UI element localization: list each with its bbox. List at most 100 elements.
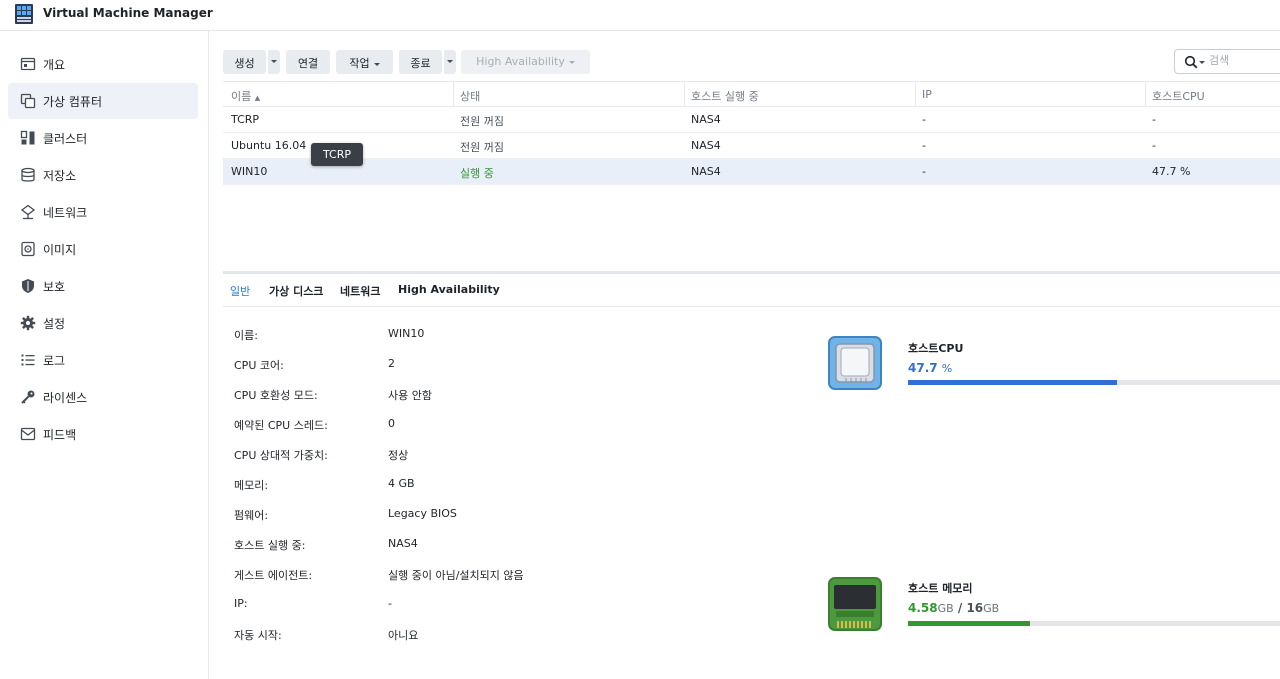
shutdown-dropdown-button[interactable]: [443, 50, 456, 74]
host-memory-value: 4.58GB / 16GB: [908, 601, 999, 615]
vm-ip: -: [922, 165, 926, 178]
detail-value: 4 GB: [388, 477, 415, 490]
host-cpu-bar-fill: [908, 380, 1118, 385]
detail-value: NAS4: [388, 537, 418, 550]
sidebar-item-protection[interactable]: 보호: [8, 268, 198, 304]
sidebar-item-storage[interactable]: 저장소: [8, 157, 198, 193]
vm-name: WIN10: [231, 165, 268, 178]
host-memory-separator: /: [957, 601, 963, 615]
tab-virtual-disk[interactable]: 가상 디스크: [269, 283, 323, 299]
high-availability-button-label: High Availability: [476, 55, 565, 68]
host-cpu-title: 호스트CPU: [908, 342, 964, 355]
connect-button[interactable]: 연결: [286, 50, 330, 74]
vm-cpu: -: [1152, 113, 1156, 126]
app-title: Virtual Machine Manager: [43, 6, 213, 20]
mail-icon: [20, 427, 36, 441]
image-icon: [21, 241, 35, 257]
create-button-label: 생성: [234, 57, 255, 70]
column-header-host[interactable]: 호스트 실행 중: [691, 88, 759, 104]
column-divider: [453, 82, 454, 107]
sidebar: 개요 가상 컴퓨터 클러스터 저장소 네트워크 이미지 보호 설정 로그 라이센…: [0, 31, 209, 679]
host-cpu-value: 47.7 %: [908, 361, 952, 375]
network-icon: [20, 204, 36, 220]
sidebar-item-label: 개요: [43, 58, 66, 72]
detail-value: WIN10: [388, 327, 425, 340]
sidebar-item-virtual-machine[interactable]: 가상 컴퓨터: [8, 83, 198, 119]
sidebar-item-log[interactable]: 로그: [8, 342, 198, 378]
detail-label: 이름:: [234, 329, 258, 342]
table-row[interactable]: TCRP 전원 꺼짐 NAS4 - -: [223, 107, 1280, 133]
detail-value: 2: [388, 357, 395, 370]
host-memory-used: 4.58: [908, 601, 938, 615]
table-row[interactable]: Ubuntu 16.04 전원 꺼짐 NAS4 - -: [223, 133, 1280, 159]
column-header-ip[interactable]: IP: [922, 88, 932, 101]
virtual-machine-icon: [20, 93, 36, 109]
sort-ascending-icon: ▲: [254, 94, 261, 102]
sidebar-item-overview[interactable]: 개요: [8, 46, 198, 82]
column-header-host-cpu[interactable]: 호스트CPU: [1152, 88, 1205, 104]
host-cpu-bar: [908, 380, 1280, 385]
vm-ip: -: [922, 139, 926, 152]
detail-value: -: [388, 597, 392, 610]
tab-high-availability[interactable]: High Availability: [398, 283, 500, 296]
host-cpu-unit: %: [941, 362, 953, 375]
sidebar-item-network[interactable]: 네트워크: [8, 194, 198, 230]
sidebar-item-label: 로그: [43, 354, 66, 368]
detail-label: 펌웨어:: [234, 509, 269, 522]
vm-ip: -: [922, 113, 926, 126]
shutdown-button[interactable]: 종료: [399, 50, 442, 74]
chevron-down-icon: [373, 62, 380, 66]
cpu-chip-icon: [828, 336, 882, 390]
vm-host: NAS4: [691, 139, 721, 152]
chevron-down-icon: [271, 60, 277, 63]
detail-label: CPU 호환성 모드:: [234, 389, 318, 402]
sidebar-item-feedback[interactable]: 피드백: [8, 416, 198, 452]
vm-cpu: -: [1152, 139, 1156, 152]
column-header-name[interactable]: 이름 ▲: [231, 88, 260, 104]
shield-icon: [22, 279, 34, 293]
vm-name: Ubuntu 16.04: [231, 139, 307, 152]
sidebar-item-label: 보호: [43, 280, 66, 294]
sidebar-item-label: 이미지: [43, 243, 77, 257]
vm-host: NAS4: [691, 165, 721, 178]
detail-value: 실행 중이 아님/설치되지 않음: [388, 569, 524, 582]
detail-label: IP:: [234, 597, 248, 610]
search-box[interactable]: [1174, 49, 1280, 74]
sidebar-item-image[interactable]: 이미지: [8, 231, 198, 267]
sidebar-item-license[interactable]: 라이센스: [8, 379, 198, 415]
high-availability-button[interactable]: High Availability: [461, 50, 590, 74]
create-dropdown-button[interactable]: [267, 50, 280, 74]
host-memory-total-unit: GB: [983, 602, 1000, 615]
connect-button-label: 연결: [297, 57, 319, 70]
shutdown-button-label: 종료: [410, 57, 431, 70]
sidebar-item-cluster[interactable]: 클러스터: [8, 120, 198, 156]
detail-label: CPU 코어:: [234, 359, 284, 372]
detail-value: 정상: [388, 449, 409, 462]
detail-value: Legacy BIOS: [388, 507, 457, 520]
action-button[interactable]: 작업: [336, 50, 393, 74]
create-button[interactable]: 생성: [223, 50, 266, 74]
tooltip: TCRP: [311, 143, 363, 166]
action-button-label: 작업: [349, 57, 370, 70]
table-row-selected[interactable]: WIN10 실행 중 NAS4 - 47.7 %: [223, 159, 1280, 185]
column-divider: [684, 82, 685, 107]
grid-header: 이름 ▲ 상태 호스트 실행 중 IP 호스트CPU: [223, 81, 1280, 107]
vm-name: TCRP: [231, 113, 260, 126]
tab-general[interactable]: 일반: [230, 283, 250, 299]
key-icon: [21, 390, 35, 404]
sidebar-item-label: 저장소: [43, 169, 77, 183]
sidebar-item-label: 네트워크: [43, 206, 88, 220]
chevron-down-icon: [568, 60, 575, 64]
tab-network[interactable]: 네트워크: [340, 283, 380, 299]
column-header-status[interactable]: 상태: [460, 88, 480, 104]
search-input[interactable]: [1209, 54, 1279, 67]
cluster-icon: [20, 130, 35, 145]
detail-value: 아니요: [388, 629, 419, 642]
column-divider: [1145, 82, 1146, 107]
sidebar-item-label: 설정: [43, 317, 66, 331]
overview-icon: [20, 57, 36, 71]
detail-label: 게스트 에이전트:: [234, 569, 313, 582]
detail-label: CPU 상대적 가중치:: [234, 449, 328, 462]
host-cpu-number: 47.7: [908, 361, 938, 375]
sidebar-item-settings[interactable]: 설정: [8, 305, 198, 341]
